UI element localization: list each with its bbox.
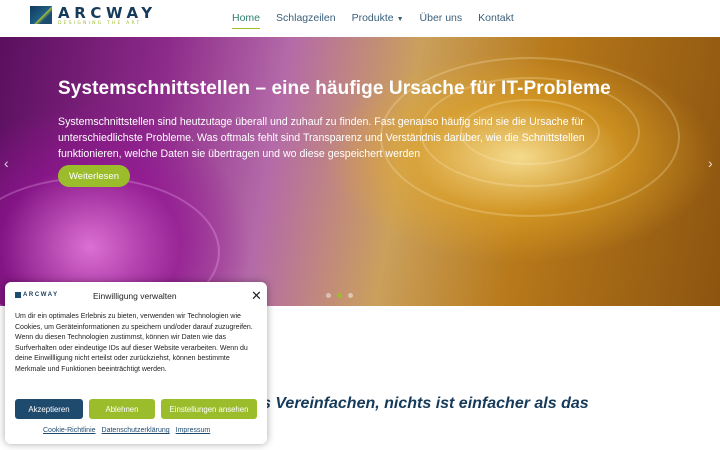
section-heading: s Vereinfachen, nichts ist einfacher als… xyxy=(262,395,589,412)
cookie-policy-link[interactable]: Cookie-Richtlinie xyxy=(43,427,96,434)
deny-button[interactable]: Ablehnen xyxy=(89,399,155,419)
consent-links: Cookie-Richtlinie Datenschutzerklärung I… xyxy=(43,427,216,434)
consent-logo: ARCWAY xyxy=(15,292,59,298)
logo-mark-icon xyxy=(30,6,52,24)
nav-item-produkte[interactable]: Produkte ▼ xyxy=(352,12,404,29)
chevron-down-icon: ▼ xyxy=(396,16,404,23)
nav-item-home[interactable]: Home xyxy=(232,12,261,29)
slider-dot[interactable] xyxy=(348,293,353,298)
close-icon[interactable]: ✕ xyxy=(251,288,262,304)
main-nav: Home Schlagzeilen Produkte ▼ Über uns Kon… xyxy=(232,12,530,29)
hero-title: Systemschnittstellen – eine häufige Ursa… xyxy=(58,78,611,99)
consent-text: Um dir ein optimales Erlebnis zu bieten,… xyxy=(15,313,253,373)
chevron-left-icon[interactable]: ‹ xyxy=(4,155,9,171)
logo-word: ARCWAY xyxy=(58,4,157,22)
cookie-consent-dialog: ARCWAY Einwilligung verwalten ✕ Um dir e… xyxy=(5,282,267,444)
consent-header: ARCWAY Einwilligung verwalten ✕ xyxy=(15,288,262,304)
slider-dot[interactable] xyxy=(326,293,331,298)
logo-mark-icon xyxy=(15,292,21,298)
nav-item-ueber-uns[interactable]: Über uns xyxy=(420,12,463,29)
hero-text: Systemschnittstellen sind heutzutage übe… xyxy=(58,116,585,160)
slider-dots xyxy=(326,293,359,298)
consent-logo-word: ARCWAY xyxy=(23,292,59,298)
imprint-link[interactable]: Impressum xyxy=(176,427,211,434)
hero-slider: Systemschnittstellen – eine häufige Ursa… xyxy=(0,37,720,306)
nav-item-schlagzeilen[interactable]: Schlagzeilen xyxy=(276,12,336,29)
preferences-button[interactable]: Einstellungen ansehen xyxy=(161,399,257,419)
logo-text: ARCWAY DESIGNING THE ART xyxy=(58,6,157,27)
nav-item-kontakt[interactable]: Kontakt xyxy=(478,12,514,29)
nav-item-produkte-label: Produkte xyxy=(351,12,394,24)
privacy-policy-link[interactable]: Datenschutzerklärung xyxy=(102,427,170,434)
site-header: ARCWAY DESIGNING THE ART Home Schlagzeil… xyxy=(0,0,720,37)
read-more-button[interactable]: Weiterlesen xyxy=(58,165,130,187)
chevron-right-icon[interactable]: › xyxy=(708,155,713,171)
brand-logo[interactable]: ARCWAY DESIGNING THE ART xyxy=(30,6,157,27)
accept-button[interactable]: Akzeptieren xyxy=(15,399,83,419)
consent-title: Einwilligung verwalten xyxy=(93,291,177,301)
slider-dot-active[interactable] xyxy=(337,293,342,298)
